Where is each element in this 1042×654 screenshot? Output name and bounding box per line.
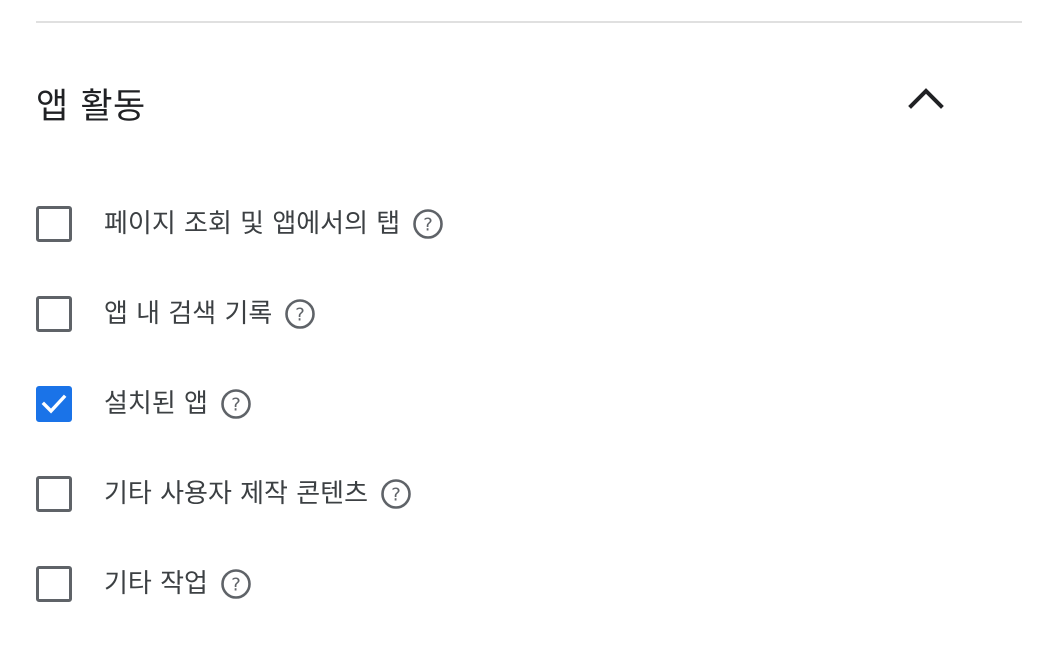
option-label: 설치된 앱 bbox=[104, 389, 208, 419]
section-header[interactable]: 앱 활동 bbox=[36, 60, 966, 140]
checkbox-in-app-search[interactable] bbox=[36, 296, 72, 332]
section-title: 앱 활동 bbox=[36, 87, 146, 127]
help-icon[interactable]: ? bbox=[380, 478, 412, 510]
chevron-up-icon bbox=[908, 88, 944, 109]
option-page-views: 페이지 조회 및 앱에서의 탭 ? bbox=[36, 180, 996, 270]
help-icon[interactable]: ? bbox=[284, 298, 316, 330]
option-other-user-content: 기타 사용자 제작 콘텐츠 ? bbox=[36, 450, 996, 540]
svg-text:?: ? bbox=[231, 395, 241, 416]
svg-text:?: ? bbox=[231, 575, 241, 596]
help-icon[interactable]: ? bbox=[412, 208, 444, 240]
svg-text:?: ? bbox=[296, 305, 306, 326]
option-in-app-search: 앱 내 검색 기록 ? bbox=[36, 270, 996, 360]
option-other-actions: 기타 작업 ? bbox=[36, 540, 996, 630]
svg-text:?: ? bbox=[391, 485, 401, 506]
option-label: 기타 사용자 제작 콘텐츠 bbox=[104, 479, 368, 509]
app-activity-panel: 앱 활동 페이지 조회 및 앱에서의 탭 ? 앱 내 검색 기록 ? 설치된 앱… bbox=[0, 0, 1042, 654]
checkbox-page-views[interactable] bbox=[36, 206, 72, 242]
options-list: 페이지 조회 및 앱에서의 탭 ? 앱 내 검색 기록 ? 설치된 앱 ? 기타… bbox=[36, 180, 996, 630]
checkbox-other-user-content[interactable] bbox=[36, 476, 72, 512]
checkbox-other-actions[interactable] bbox=[36, 566, 72, 602]
svg-text:?: ? bbox=[423, 215, 433, 236]
help-icon[interactable]: ? bbox=[220, 568, 252, 600]
top-divider bbox=[36, 21, 1022, 23]
option-label: 페이지 조회 및 앱에서의 탭 bbox=[104, 209, 401, 239]
option-label: 기타 작업 bbox=[104, 569, 208, 599]
checkmark-icon bbox=[41, 394, 67, 414]
checkbox-installed-apps[interactable] bbox=[36, 386, 72, 422]
option-label: 앱 내 검색 기록 bbox=[104, 299, 273, 329]
option-installed-apps: 설치된 앱 ? bbox=[36, 360, 996, 450]
collapse-button[interactable] bbox=[902, 76, 950, 120]
help-icon[interactable]: ? bbox=[220, 388, 252, 420]
